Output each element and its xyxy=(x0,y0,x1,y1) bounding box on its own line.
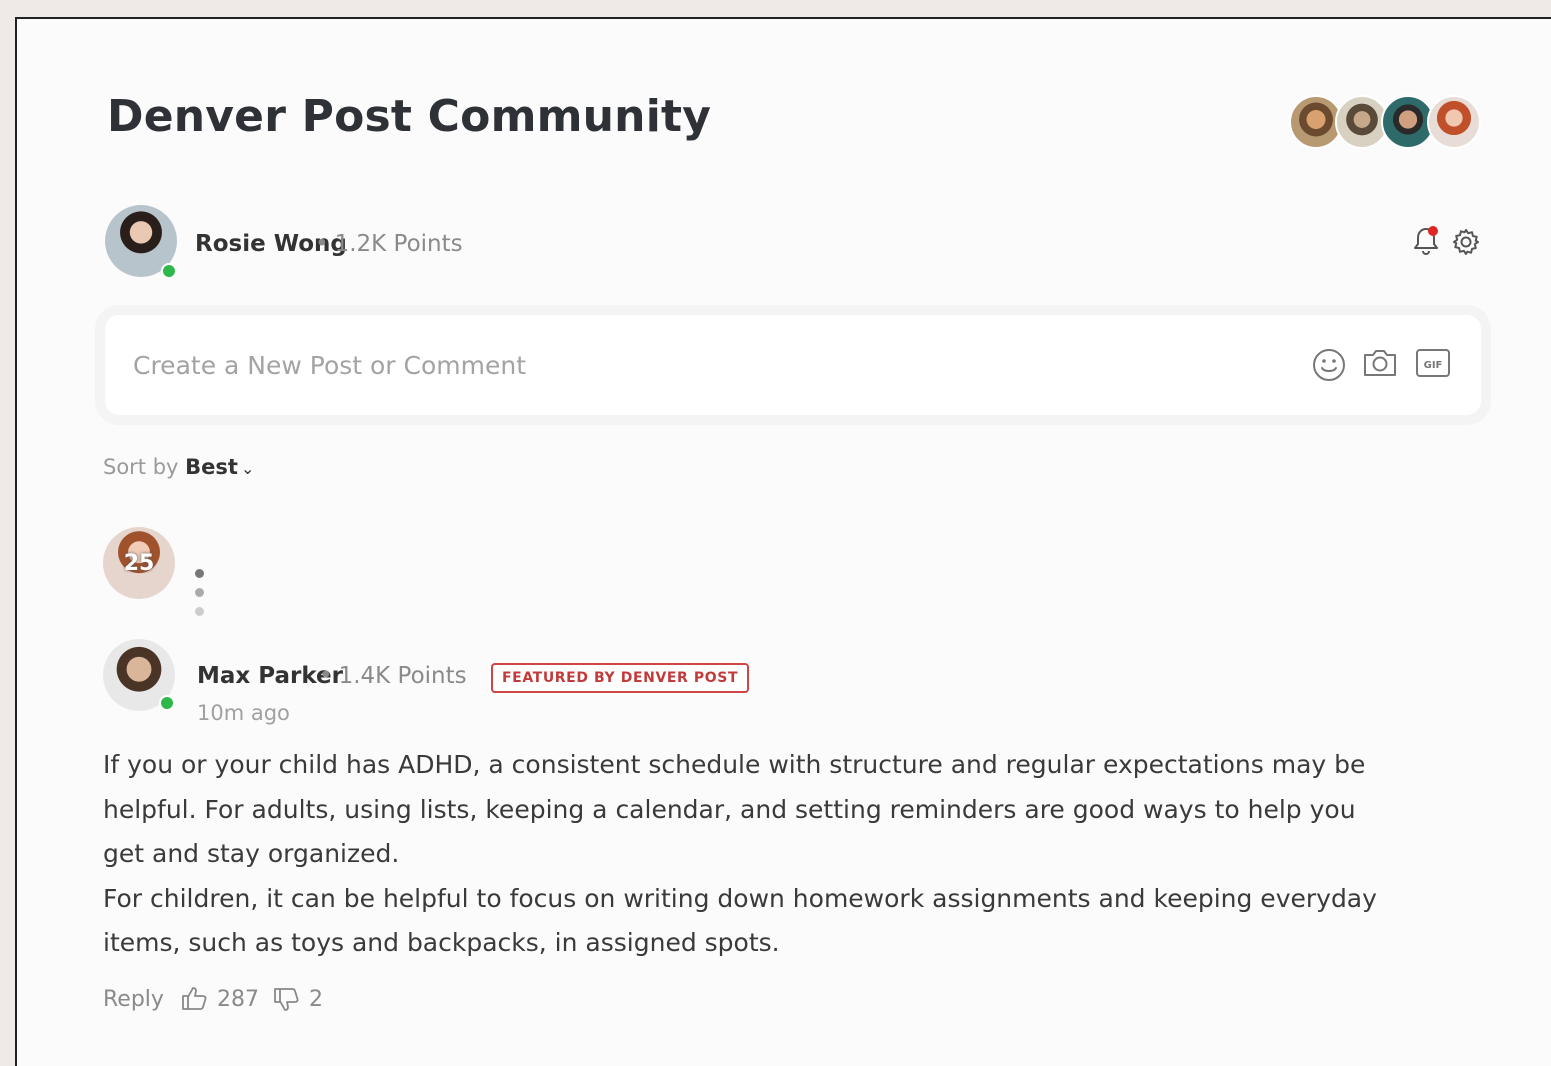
user-points: 1.2K Points xyxy=(334,231,463,257)
comment-body: If you or your child has ADHD, a consist… xyxy=(103,743,1393,966)
comment-points: 1.4K Points xyxy=(338,663,467,689)
typing-dots xyxy=(195,563,210,620)
featured-badge: FEATURED BY DENVER POST xyxy=(491,663,750,693)
sort-label: Sort by xyxy=(103,455,179,479)
like-count: 287 xyxy=(217,987,259,1012)
camera-icon[interactable] xyxy=(1361,345,1399,381)
avatar[interactable] xyxy=(1427,95,1481,149)
gif-icon[interactable]: GIF xyxy=(1415,346,1451,380)
post-input[interactable] xyxy=(131,341,1235,389)
emoji-icon[interactable] xyxy=(1311,347,1347,383)
notification-dot xyxy=(1428,226,1438,236)
chevron-down-icon[interactable]: ⌄ xyxy=(241,459,254,478)
user-points-wrap: • 1.2K Points xyxy=(315,231,463,257)
sort-value[interactable]: Best xyxy=(185,455,238,479)
online-status-indicator xyxy=(161,263,177,279)
thumbs-up-icon[interactable] xyxy=(179,983,209,1013)
thumbs-down-icon[interactable] xyxy=(271,985,301,1015)
comment-paragraph: For children, it can be helpful to focus… xyxy=(103,883,1377,958)
gear-icon[interactable] xyxy=(1451,227,1481,257)
dislike-count: 2 xyxy=(309,987,323,1012)
comment-timestamp: 10m ago xyxy=(197,701,290,725)
page-title: Denver Post Community xyxy=(107,91,712,142)
typing-badge: 25 xyxy=(123,551,155,576)
separator: • xyxy=(319,663,333,689)
sort-control[interactable]: Sort by Best ⌄ xyxy=(103,455,254,479)
svg-text:GIF: GIF xyxy=(1424,360,1443,371)
post-composer: GIF xyxy=(105,315,1481,415)
reply-button[interactable]: Reply xyxy=(103,987,164,1012)
online-status-indicator xyxy=(159,695,175,711)
bell-icon[interactable] xyxy=(1411,225,1441,257)
separator: • xyxy=(315,231,329,257)
comment-paragraph: If you or your child has ADHD, a consist… xyxy=(103,750,1366,868)
comment-points-wrap: • 1.4K Points xyxy=(319,663,467,689)
community-panel: Denver Post Community Rosie Wong • 1.2K P… xyxy=(15,17,1551,1066)
current-user-row: Rosie Wong • 1.2K Points xyxy=(105,205,1505,279)
